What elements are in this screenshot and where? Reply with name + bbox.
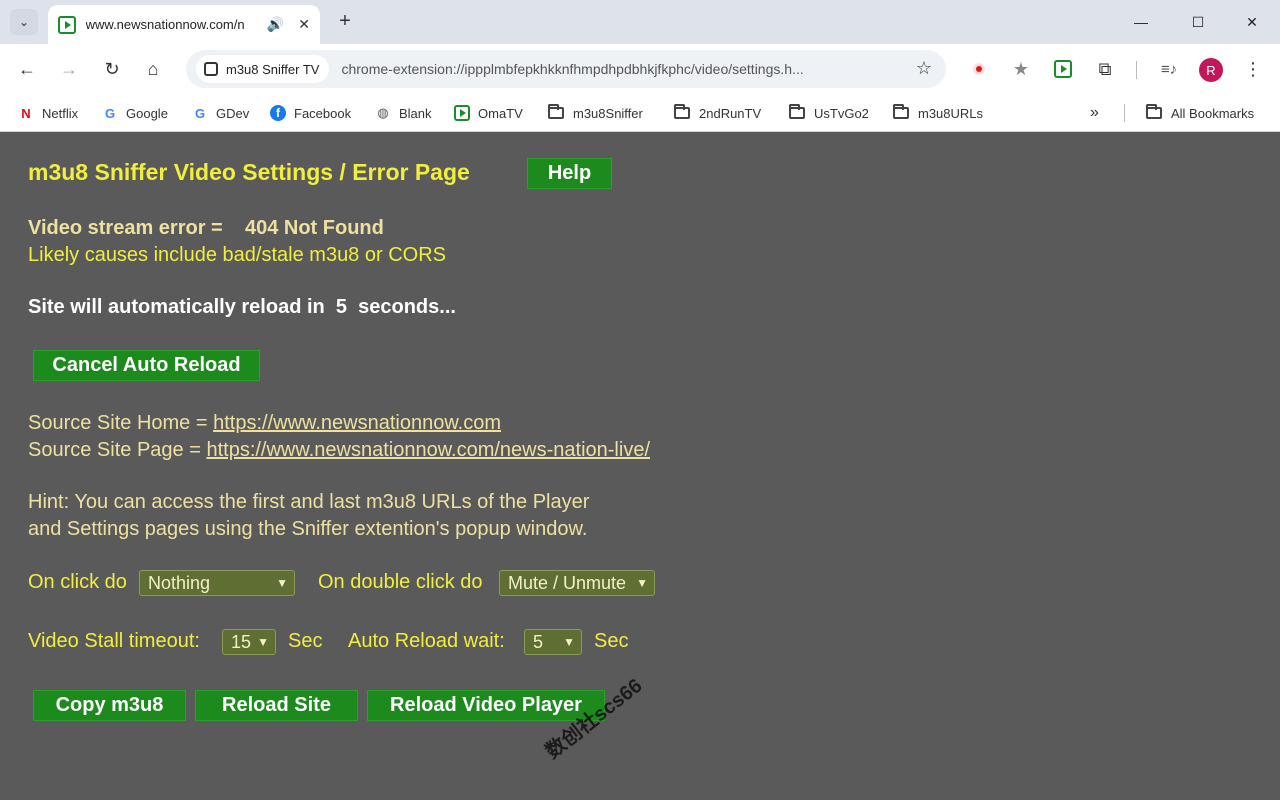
chevron-down-icon: ▼ [257,635,269,649]
folder-icon [893,104,909,119]
google-icon: G [194,105,206,121]
bookmark-folder-ustvgo2[interactable]: UsTvGo2 [789,102,869,124]
copy-m3u8-button[interactable]: Copy m3u8 [33,690,186,721]
play-box-icon [454,105,470,121]
reload-countdown: Site will automatically reload in 5 seco… [28,296,456,318]
close-tab-icon[interactable]: ✕ [298,16,310,33]
error-value: 404 Not Found [244,217,384,239]
page-title: m3u8 Sniffer Video Settings / Error Page [28,159,470,185]
extension-chip[interactable]: m3u8 Sniffer TV [196,55,330,83]
source-page-link[interactable]: https://www.newsnationnow.com/news-natio… [206,439,650,461]
bookmark-folder-m3u8urls[interactable]: m3u8URLs [893,102,983,124]
auto-reload-wait-label: Auto Reload wait: [348,630,505,652]
error-causes: Likely causes include bad/stale m3u8 or … [28,244,446,266]
close-window-icon[interactable]: ✕ [1237,10,1267,34]
bookmark-folder-m3u8sniffer[interactable]: m3u8Sniffer [548,102,643,124]
source-home-line: Source Site Home = https://www.newsnatio… [28,412,502,434]
facebook-icon: f [270,105,286,121]
record-extension-icon[interactable] [966,56,992,82]
auto-reload-wait-select[interactable]: 5 ▼ [524,629,582,655]
stall-timeout-select[interactable]: 15 ▼ [222,629,276,655]
bookmark-facebook[interactable]: f Facebook [270,102,351,124]
on-click-label: On click do [28,571,127,593]
profile-avatar[interactable]: R [1199,58,1223,82]
bookmark-gdev[interactable]: G GDev [192,102,249,124]
minimize-icon[interactable]: — [1126,10,1156,34]
extension-icon [204,62,218,76]
bookmark-omatv[interactable]: OmaTV [454,102,523,124]
url-text[interactable]: chrome-extension://ippplmbfepkhkknfhmpdh… [341,61,901,77]
cancel-auto-reload-button[interactable]: Cancel Auto Reload [33,350,260,381]
speaker-icon[interactable]: 🔊 [267,16,284,33]
chevron-down-icon: ▼ [636,576,648,590]
tab-search-button[interactable]: ⌄ [10,9,38,35]
bookmarks-bar: N Netflix G Google G GDev f Facebook ◍ B… [0,94,1280,132]
forward-arrow-icon[interactable]: → [56,56,82,82]
source-page-line: Source Site Page = https://www.newsnatio… [28,439,650,461]
bookmark-blank[interactable]: ◍ Blank [375,102,431,124]
star-extension-icon[interactable]: ★ [1008,56,1034,82]
reload-site-button[interactable]: Reload Site [195,690,358,721]
tab-strip: ⌄ www.newsnationnow.com/n 🔊 ✕ + — ☐ ✕ [0,0,1280,44]
hint-line-2: and Settings pages using the Sniffer ext… [28,518,588,540]
error-line: Video stream error = 404 Not Found [28,217,384,240]
puzzle-extensions-icon[interactable]: ⧉ [1092,56,1118,82]
more-bookmarks-button[interactable]: » [1090,102,1099,124]
sniffer-extension-icon[interactable] [1050,56,1076,82]
help-button[interactable]: Help [527,158,612,189]
on-click-select[interactable]: Nothing ▼ [139,570,295,596]
globe-icon: ◍ [377,105,389,120]
home-icon[interactable]: ⌂ [140,56,166,82]
play-favicon-icon [58,15,76,34]
stall-timeout-unit: Sec [288,630,323,652]
tab-title: www.newsnationnow.com/n [85,17,245,32]
folder-icon [548,104,564,119]
chevron-down-icon: ⌄ [18,15,30,29]
chevron-down-icon: ▼ [563,635,575,649]
hint-line-1: Hint: You can access the first and last … [28,491,590,513]
netflix-icon: N [21,105,31,121]
google-icon: G [104,105,116,121]
maximize-icon[interactable]: ☐ [1183,10,1213,34]
auto-reload-wait-unit: Sec [594,630,629,652]
source-home-link[interactable]: https://www.newsnationnow.com [213,412,501,434]
on-double-click-select[interactable]: Mute / Unmute ▼ [499,570,655,596]
active-tab[interactable]: www.newsnationnow.com/n 🔊 ✕ [48,5,320,44]
all-bookmarks-button[interactable]: All Bookmarks [1146,102,1254,124]
bookmark-google[interactable]: G Google [102,102,168,124]
folder-icon [789,104,805,119]
on-double-click-label: On double click do [318,571,483,593]
reload-seconds: 5 [335,296,347,318]
folder-icon [1146,104,1162,119]
media-control-icon[interactable]: ≡♪ [1156,56,1182,82]
stall-timeout-label: Video Stall timeout: [28,630,200,652]
chevron-down-icon: ▼ [276,576,288,590]
extension-chip-label: m3u8 Sniffer TV [226,61,320,77]
error-label: Video stream error = [28,217,223,239]
bookmark-star-icon[interactable]: ☆ [916,58,932,79]
folder-icon [674,104,690,119]
bookmark-folder-2ndruntv[interactable]: 2ndRunTV [674,102,761,124]
address-bar[interactable]: m3u8 Sniffer TV chrome-extension://ipppl… [186,50,946,88]
bookmark-netflix[interactable]: N Netflix [18,102,78,124]
menu-kebab-icon[interactable]: ⋮ [1240,56,1266,82]
back-arrow-icon[interactable]: ← [14,56,40,82]
browser-toolbar: ← → ↻ ⌂ m3u8 Sniffer TV chrome-extension… [0,44,1280,94]
reload-icon[interactable]: ↻ [99,56,125,82]
new-tab-button[interactable]: + [334,10,356,32]
